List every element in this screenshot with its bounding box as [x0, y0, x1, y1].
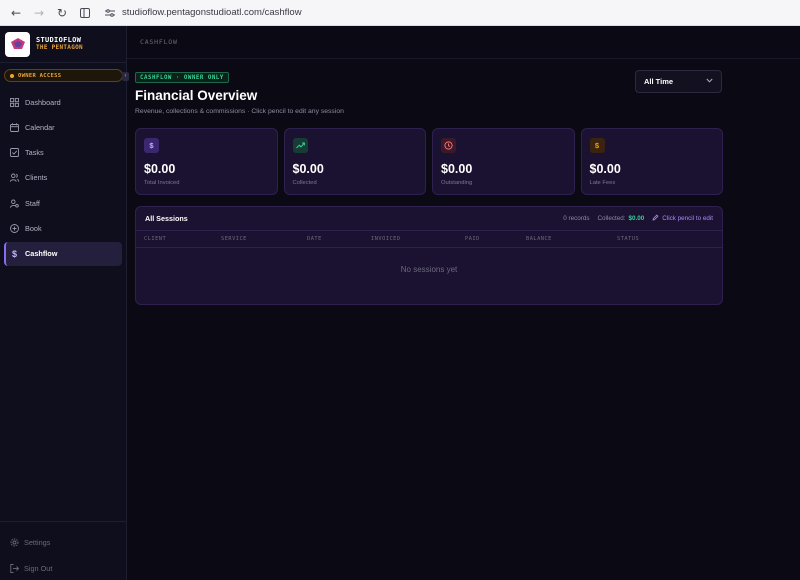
staff-icon: [10, 199, 19, 208]
date-range-value: All Time: [644, 77, 674, 86]
sidebar-item-label: Dashboard: [25, 97, 61, 107]
sessions-panel: All Sessions 0 records Collected: $0.00 …: [135, 206, 723, 305]
sidebar-item-cashflow[interactable]: $ Cashflow: [4, 241, 122, 266]
sidebar-item-dashboard[interactable]: Dashboard: [4, 90, 122, 114]
pencil-icon: [652, 214, 659, 223]
tasks-icon: [10, 148, 19, 158]
url-text: studioflow.pentagonstudioatl.com/cashflo…: [122, 7, 302, 18]
sidebar-item-label: Tasks: [25, 148, 44, 158]
forward-arrow-icon[interactable]: →: [29, 3, 49, 23]
site-settings-icon[interactable]: [104, 7, 116, 19]
page-title: Financial Overview: [135, 88, 258, 103]
table-header-row: CLIENT SERVICE DATE INVOICED PAID BALANC…: [136, 231, 722, 248]
stat-card-collected: $0.00 Collected: [283, 128, 426, 195]
column-client[interactable]: CLIENT: [144, 236, 166, 242]
stat-label: Total Invoiced: [144, 180, 180, 186]
sidebar-item-label: Cashflow: [25, 249, 58, 259]
stat-label: Late Fees: [589, 180, 616, 186]
column-paid[interactable]: PAID: [465, 236, 480, 242]
sidebar-item-label: Calendar: [25, 122, 55, 132]
sidebar-item-tasks[interactable]: Tasks: [4, 141, 122, 165]
sidebar-item-clients[interactable]: Clients: [4, 166, 122, 190]
chevron-down-icon: [706, 78, 713, 85]
column-invoiced[interactable]: INVOICED: [371, 236, 401, 242]
clients-icon: [10, 173, 19, 183]
browser-toolbar: ← → ↻ studioflow.pentagonstudioatl.com/c…: [0, 0, 800, 26]
stat-value: $0.00: [144, 162, 176, 176]
brand-subtitle: THE PENTAGON: [36, 43, 83, 51]
section-tag-label: CASHFLOW · OWNER ONLY: [140, 74, 224, 81]
sidebar-item-label: Book: [25, 223, 42, 233]
back-arrow-icon[interactable]: ←: [6, 3, 26, 23]
sidebar-item-settings[interactable]: Settings: [0, 530, 126, 554]
column-date[interactable]: DATE: [307, 236, 322, 242]
stat-value: $0.00: [589, 162, 621, 176]
empty-state: No sessions yet: [400, 265, 458, 274]
brand[interactable]: STUDIOFLOW THE PENTAGON: [0, 26, 126, 63]
trending-up-icon: [292, 138, 308, 153]
column-service[interactable]: SERVICE: [221, 236, 247, 242]
breadcrumb: CASHFLOW: [140, 38, 178, 46]
dollar-icon: $: [144, 138, 159, 153]
column-status[interactable]: STATUS: [617, 236, 639, 242]
book-icon: [10, 224, 19, 233]
edit-hint: Click pencil to edit: [652, 214, 713, 223]
sign-out-icon: [10, 563, 19, 573]
column-balance[interactable]: BALANCE: [526, 236, 552, 242]
status-dot-icon: [10, 73, 14, 78]
stat-card-total-invoiced: $ $0.00 Total Invoiced: [135, 128, 278, 195]
stat-cards: $ $0.00 Total Invoiced $0.00 Collected $…: [135, 128, 723, 195]
owner-access-label: OWNER ACCESS: [18, 72, 62, 79]
sidebar-item-sign-out[interactable]: Sign Out: [0, 556, 126, 580]
stat-card-late-fees: $ $0.00 Late Fees: [580, 128, 723, 195]
sidebar-item-label: Sign Out: [24, 563, 53, 573]
address-bar[interactable]: studioflow.pentagonstudioatl.com/cashflo…: [104, 7, 302, 19]
gear-icon: [10, 538, 19, 547]
dollar-icon: $: [11, 248, 17, 259]
sidebar-item-label: Staff: [25, 198, 40, 208]
stat-value: $0.00: [441, 162, 473, 176]
collapse-sidebar-icon[interactable]: ‹: [122, 72, 129, 81]
owner-access-badge: OWNER ACCESS: [4, 69, 123, 82]
top-bar: CASHFLOW: [127, 26, 800, 59]
sidebar-item-staff[interactable]: Staff: [4, 191, 122, 215]
sidebar-nav: Dashboard Calendar Tasks Clients Staff B…: [4, 90, 122, 267]
reload-icon[interactable]: ↻: [52, 3, 72, 23]
sidebar-item-label: Clients: [25, 173, 48, 183]
dollar-icon: $: [589, 138, 605, 153]
dashboard-icon: [10, 97, 19, 107]
records-count: 0 records: [563, 215, 590, 222]
stat-value: $0.00: [292, 162, 324, 176]
stat-label: Outstanding: [441, 180, 473, 186]
collected-label: Collected:: [597, 215, 626, 222]
date-range-select[interactable]: All Time: [635, 70, 722, 93]
clock-icon: [441, 138, 456, 153]
logo: [5, 31, 30, 57]
section-tag: CASHFLOW · OWNER ONLY: [135, 72, 229, 83]
calendar-icon: [10, 123, 19, 132]
sessions-title: All Sessions: [145, 214, 188, 223]
stat-card-outstanding: $0.00 Outstanding: [432, 128, 575, 195]
sidebar-footer: Settings Sign Out: [0, 521, 126, 580]
sidebar-item-label: Settings: [24, 537, 51, 547]
page-subtitle: Revenue, collections & commissions · Cli…: [135, 108, 344, 115]
sessions-header: All Sessions 0 records Collected: $0.00 …: [136, 207, 722, 231]
edit-hint-text: Click pencil to edit: [662, 215, 713, 222]
collected-value: $0.00: [628, 215, 645, 222]
sidebar-item-calendar[interactable]: Calendar: [4, 115, 122, 139]
sidebar-toggle-icon[interactable]: [75, 3, 95, 23]
sidebar-item-book[interactable]: Book: [4, 216, 122, 240]
stat-label: Collected: [292, 180, 317, 186]
sidebar: STUDIOFLOW THE PENTAGON OWNER ACCESS ‹ D…: [0, 26, 129, 580]
